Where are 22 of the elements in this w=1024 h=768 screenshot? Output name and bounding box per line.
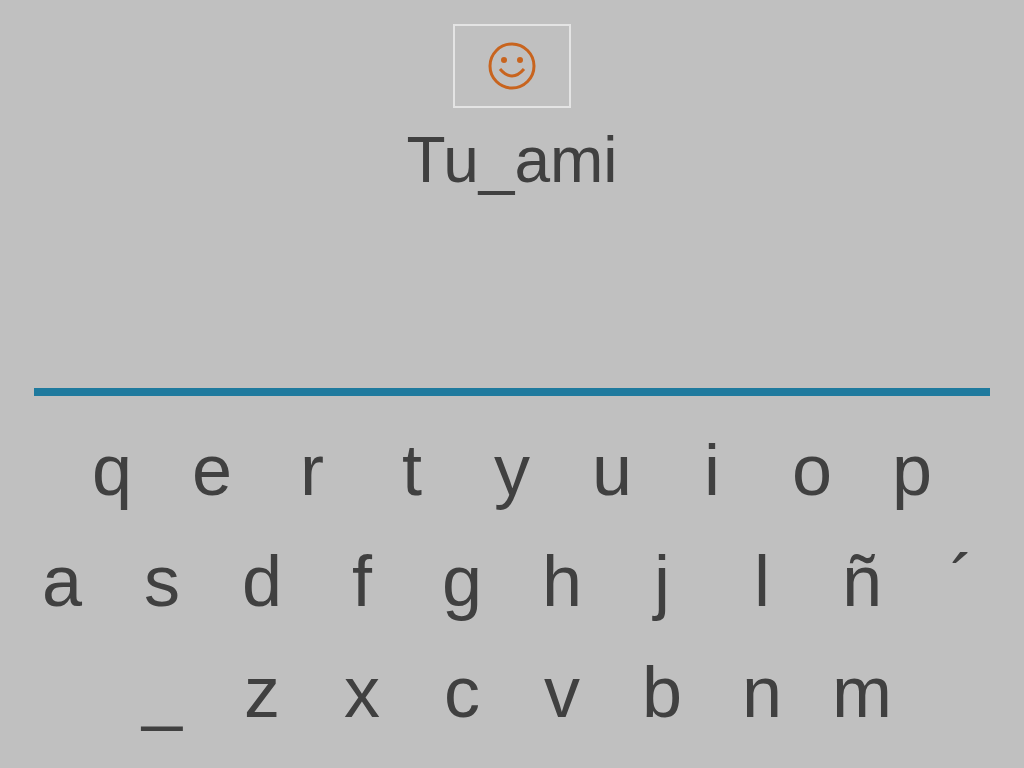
key[interactable]: l (712, 544, 812, 617)
key[interactable]: n (712, 655, 812, 728)
key[interactable]: s (112, 544, 212, 617)
key[interactable]: b (612, 655, 712, 728)
key[interactable]: u (562, 433, 662, 506)
key[interactable]: o (762, 433, 862, 506)
key[interactable]: h (512, 544, 612, 617)
key[interactable]: d (212, 544, 312, 617)
key[interactable]: c (412, 655, 512, 728)
smiley-icon (487, 41, 537, 91)
key[interactable]: ´ (912, 544, 1012, 617)
key[interactable]: v (512, 655, 612, 728)
key[interactable]: f (312, 544, 412, 617)
key[interactable]: a (12, 544, 112, 617)
key[interactable]: e (162, 433, 262, 506)
key[interactable]: r (262, 433, 362, 506)
key[interactable]: x (312, 655, 412, 728)
key[interactable]: z (212, 655, 312, 728)
key[interactable]: m (812, 655, 912, 728)
key[interactable]: ñ (812, 544, 912, 617)
key[interactable]: i (662, 433, 762, 506)
key[interactable]: t (362, 433, 462, 506)
